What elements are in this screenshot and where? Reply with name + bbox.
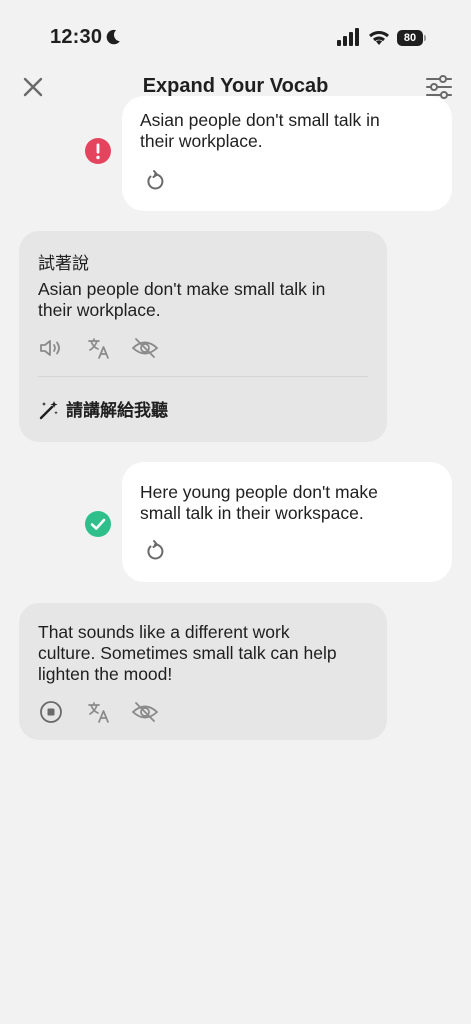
suggestion-card: 試著說 Asian people don't make small talk i… (19, 231, 387, 442)
battery-icon: 80 (397, 30, 427, 46)
translate-icon[interactable] (86, 699, 112, 725)
page-title: Expand Your Vocab (142, 75, 329, 97)
signal-icon (337, 28, 359, 46)
check-icon (85, 511, 111, 537)
hide-icon[interactable] (131, 335, 159, 361)
status-bar: 12:30 80 (0, 0, 471, 60)
stop-icon[interactable] (38, 699, 64, 725)
message-text: Here young people don't make small talk … (140, 482, 378, 523)
moon-icon (106, 29, 120, 45)
user-message: Asian people don't small talk in their w… (122, 96, 452, 211)
wifi-icon (369, 30, 389, 45)
explain-button[interactable]: 請講解給我聽 (38, 399, 168, 421)
message-text: Asian people don't small talk in their w… (140, 110, 380, 151)
ai-message: That sounds like a different work cultur… (19, 603, 387, 740)
retry-icon[interactable] (142, 168, 168, 194)
retry-icon[interactable] (142, 538, 168, 564)
translate-icon[interactable] (86, 335, 112, 361)
hide-icon[interactable] (131, 699, 159, 725)
message-text: That sounds like a different work cultur… (38, 622, 337, 684)
magic-wand-icon (39, 401, 58, 420)
suggestion-text: Asian people don't make small talk in th… (38, 279, 326, 320)
status-time: 12:30 (50, 26, 103, 48)
speaker-icon[interactable] (38, 335, 64, 361)
suggestion-label: 試著說 (38, 254, 89, 273)
user-message: Here young people don't make small talk … (122, 462, 452, 582)
divider (38, 376, 368, 377)
error-icon (85, 138, 111, 164)
explain-label: 請講解給我聽 (66, 400, 168, 420)
battery-level: 80 (403, 32, 417, 44)
